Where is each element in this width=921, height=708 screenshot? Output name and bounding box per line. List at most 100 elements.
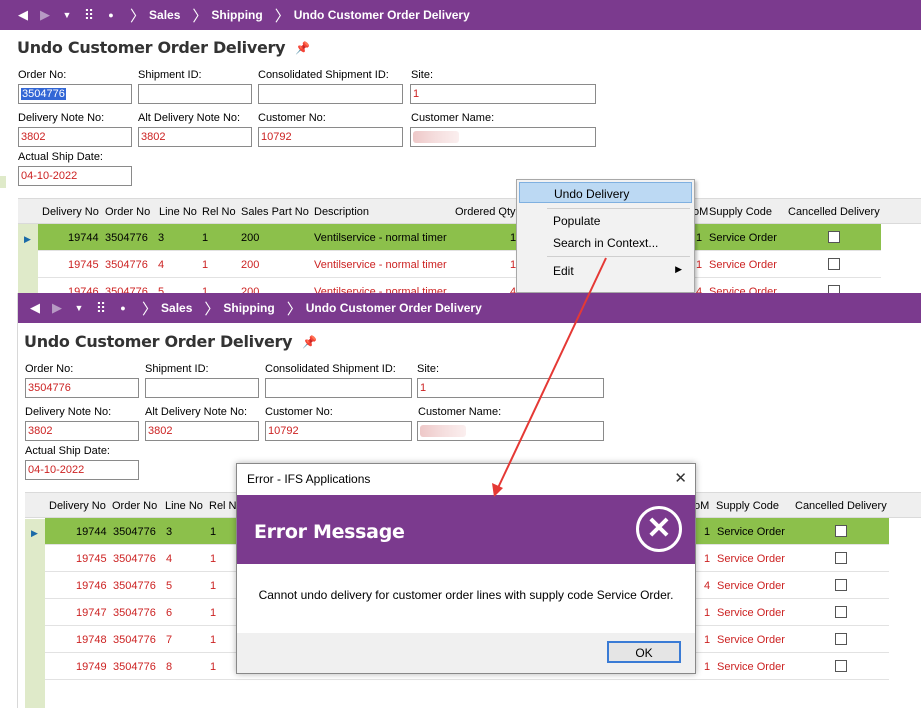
cell-sales-part-no: 200: [241, 232, 260, 244]
breadcrumb-current-page[interactable]: 〉 Undo Customer Order Delivery: [279, 298, 486, 319]
app-grid-icon[interactable]: ⠿: [78, 0, 100, 30]
cell-sales-part-no: 200: [241, 259, 260, 271]
order-no-field[interactable]: 3504776: [18, 84, 132, 104]
order-no-field[interactable]: 3504776: [25, 378, 139, 398]
consolidated-shipment-id-field[interactable]: [265, 378, 412, 398]
cell-line-no: 3: [158, 232, 165, 244]
delivery-note-no-field[interactable]: 3802: [25, 421, 139, 441]
breadcrumb-label: Shipping: [211, 8, 263, 22]
customer-no-field[interactable]: 10792: [265, 421, 412, 441]
actual-ship-date-label: Actual Ship Date:: [18, 151, 103, 163]
cancelled-delivery-checkbox[interactable]: [835, 525, 847, 537]
forward-arrow-icon[interactable]: ▶: [46, 293, 68, 323]
cancelled-delivery-checkbox[interactable]: [835, 579, 847, 591]
customer-no-field[interactable]: 10792: [258, 127, 403, 147]
column-header-order-no[interactable]: Order No: [112, 500, 157, 512]
redacted-name-blur: [420, 425, 466, 438]
back-arrow-icon[interactable]: ◀: [12, 0, 34, 30]
cancelled-delivery-checkbox[interactable]: [828, 231, 840, 243]
alt-delivery-note-no-field[interactable]: 3802: [145, 421, 259, 441]
breadcrumb-label: Shipping: [223, 301, 275, 315]
column-header-delivery-no[interactable]: Delivery No: [49, 500, 106, 512]
actual-ship-date-field[interactable]: 04-10-2022: [25, 460, 139, 480]
cell-uom: 1: [704, 634, 711, 646]
cell-line-no: 4: [158, 259, 165, 271]
alt-delivery-note-no-field[interactable]: 3802: [138, 127, 252, 147]
customer-name-field[interactable]: [417, 421, 604, 441]
dropdown-caret-icon[interactable]: ▼: [68, 293, 90, 323]
close-icon[interactable]: ✕: [674, 469, 687, 487]
menu-item-undo-delivery[interactable]: Undo Delivery: [519, 182, 692, 203]
cell-description: Ventilservice - normal timer: [314, 259, 447, 271]
breadcrumb-shipping[interactable]: 〉 Shipping: [196, 298, 278, 319]
cell-delivery-no: 19744: [68, 232, 99, 244]
column-header-sales-part-no[interactable]: Sales Part No: [241, 206, 309, 218]
cell-supply-code: Service Order: [717, 607, 785, 619]
column-header-cancelled-delivery[interactable]: Cancelled Delivery: [788, 206, 880, 218]
site-field[interactable]: 1: [417, 378, 604, 398]
pin-icon[interactable]: 📌: [295, 41, 310, 55]
menu-item-edit[interactable]: Edit ▶: [519, 260, 692, 281]
dropdown-caret-icon[interactable]: ▼: [56, 0, 78, 30]
breadcrumb-label: Undo Customer Order Delivery: [305, 301, 482, 315]
cell-order-no: 3504776: [113, 553, 156, 565]
breadcrumb-shipping[interactable]: 〉 Shipping: [184, 5, 266, 26]
column-header-line-no[interactable]: Line No: [159, 206, 197, 218]
ok-button[interactable]: OK: [607, 641, 681, 663]
redacted-name-blur: [413, 131, 459, 144]
cancelled-delivery-checkbox[interactable]: [828, 258, 840, 270]
breadcrumb-current-page[interactable]: 〉 Undo Customer Order Delivery: [267, 5, 474, 26]
site-field[interactable]: 1: [410, 84, 596, 104]
submenu-arrow-icon: ▶: [675, 264, 682, 274]
cell-rel-no: 1: [202, 259, 209, 271]
consolidated-shipment-id-label: Consolidated Shipment ID:: [265, 363, 396, 375]
cell-order-no: 3504776: [105, 232, 148, 244]
delivery-note-no-field[interactable]: 3802: [18, 127, 132, 147]
column-header-line-no[interactable]: Line No: [165, 500, 203, 512]
chevron-right-icon: 〉: [274, 7, 290, 25]
column-header-ordered-qty[interactable]: Ordered Qty: [455, 206, 516, 218]
cell-rel-no: 1: [210, 634, 217, 646]
menu-separator: [547, 208, 690, 209]
cell-uom: 1: [704, 607, 711, 619]
shipment-id-field[interactable]: [138, 84, 252, 104]
column-header-rel-no[interactable]: Rel No: [202, 206, 236, 218]
column-header-supply-code[interactable]: Supply Code: [709, 206, 772, 218]
menu-item-label: Populate: [553, 214, 601, 228]
table-row[interactable]: 19745 3504776 4 1 200 Ventilservice - normal …: [38, 251, 881, 278]
cancelled-delivery-checkbox[interactable]: [835, 606, 847, 618]
cell-supply-code: Service Order: [709, 232, 777, 244]
back-arrow-icon[interactable]: ◀: [24, 293, 46, 323]
error-message-text: Cannot undo delivery for customer order …: [258, 588, 674, 602]
menu-item-search-in-context[interactable]: Search in Context...: [519, 232, 692, 253]
menu-item-populate[interactable]: Populate: [519, 210, 692, 231]
cell-delivery-no: 19748: [76, 634, 107, 646]
cancelled-delivery-checkbox[interactable]: [835, 633, 847, 645]
column-header-order-no[interactable]: Order No: [105, 206, 150, 218]
table-row[interactable]: 19744 3504776 3 1 200 Ventilservice - normal …: [38, 224, 881, 251]
column-header-uom[interactable]: oM: [694, 500, 709, 512]
cancelled-delivery-checkbox[interactable]: [835, 552, 847, 564]
actual-ship-date-field[interactable]: 04-10-2022: [18, 166, 132, 186]
app-grid-icon[interactable]: ⠿: [90, 293, 112, 323]
consolidated-shipment-id-field[interactable]: [258, 84, 403, 104]
grid-row-selector-strip: [25, 519, 45, 708]
column-header-uom[interactable]: oM: [693, 206, 708, 218]
cell-delivery-no: 19746: [76, 580, 107, 592]
cancelled-delivery-checkbox[interactable]: [835, 660, 847, 672]
column-header-description[interactable]: Description: [314, 206, 369, 218]
cell-rel-no: 1: [210, 526, 217, 538]
customer-name-field[interactable]: [410, 127, 596, 147]
breadcrumb-sales[interactable]: 〉 Sales: [122, 5, 184, 26]
column-header-cancelled-delivery[interactable]: Cancelled Delivery: [795, 500, 887, 512]
column-header-delivery-no[interactable]: Delivery No: [42, 206, 99, 218]
shipment-id-field[interactable]: [145, 378, 259, 398]
breadcrumb-sales[interactable]: 〉 Sales: [134, 298, 196, 319]
forward-arrow-icon[interactable]: ▶: [34, 0, 56, 30]
column-header-supply-code[interactable]: Supply Code: [716, 500, 779, 512]
actual-ship-date-label: Actual Ship Date:: [25, 445, 110, 457]
cell-supply-code: Service Order: [717, 580, 785, 592]
chevron-right-icon: 〉: [204, 300, 220, 318]
pin-icon[interactable]: 📌: [302, 335, 317, 349]
cell-delivery-no: 19749: [76, 661, 107, 673]
